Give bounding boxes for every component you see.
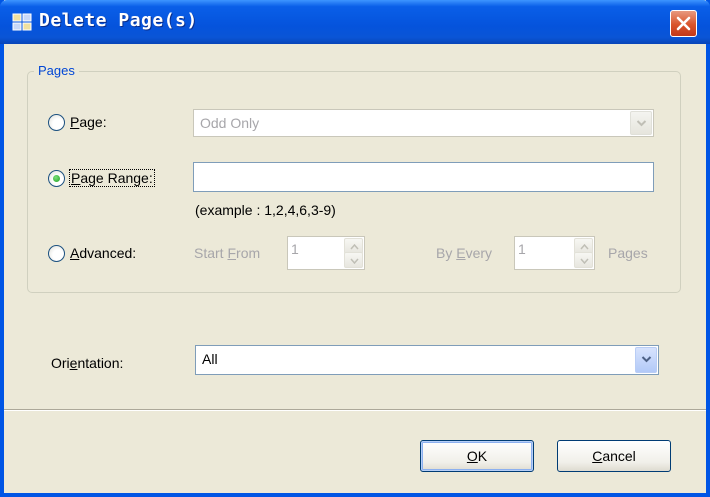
chevron-down-icon [580,258,589,264]
pages-group-legend: Pages [34,63,79,78]
by-every-spinner[interactable]: 1 [514,236,595,270]
title-bar[interactable]: Delete Page(s) [0,0,710,44]
chevron-down-icon [350,258,359,264]
advanced-radio-label[interactable]: Advanced: [70,245,136,261]
radio-selected-dot [53,175,60,182]
orientation-dropdown[interactable]: All [195,345,659,375]
orientation-value: All [202,351,218,367]
by-every-value: 1 [518,241,526,257]
chevron-down-icon [636,120,647,127]
ok-button[interactable]: OK [420,440,534,472]
start-from-label: Start From [194,245,261,261]
page-filter-dropdown-button[interactable] [630,111,652,135]
chevron-up-icon [580,244,589,250]
page-range-input[interactable] [193,162,654,192]
page-filter-dropdown[interactable]: Odd Only [193,109,654,137]
page-filter-value: Odd Only [200,115,260,131]
page-radio[interactable] [48,114,65,131]
by-every-decrement-button[interactable] [574,252,593,268]
app-icon [12,13,32,31]
pages-suffix-label: Pages [608,245,648,261]
footer-separator [4,409,706,411]
orientation-dropdown-button[interactable] [635,347,657,373]
start-from-decrement-button[interactable] [344,252,363,268]
page-range-radio[interactable] [48,170,65,187]
page-range-radio-label[interactable]: Page Range: [69,169,155,187]
close-button[interactable] [670,10,697,37]
cancel-button[interactable]: Cancel [557,440,671,472]
orientation-label: Orientation: [51,355,124,371]
by-every-label: By Every [436,245,493,261]
start-from-value: 1 [291,241,299,257]
page-radio-label[interactable]: Page: [70,114,107,130]
advanced-radio[interactable] [48,245,65,262]
start-from-spinner[interactable]: 1 [287,236,365,270]
page-range-hint: (example : 1,2,4,6,3-9) [195,202,336,218]
dialog-title: Delete Page(s) [39,10,198,31]
chevron-up-icon [350,244,359,250]
close-icon [676,16,691,31]
chevron-down-icon [641,356,652,363]
delete-pages-dialog: Delete Page(s) Pages Page: Odd Only Page… [0,0,710,497]
